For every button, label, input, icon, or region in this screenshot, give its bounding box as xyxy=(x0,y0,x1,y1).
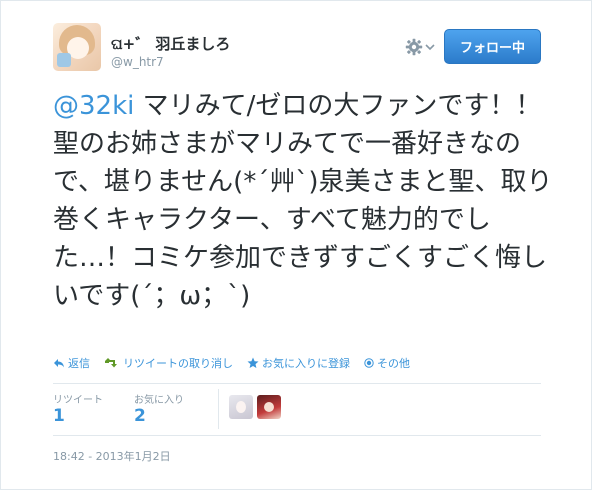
follow-button[interactable]: フォロー中 xyxy=(444,29,541,64)
user-actions-dropdown[interactable] xyxy=(405,37,437,57)
stats-separator xyxy=(218,389,219,429)
favorite-label: お気に入りに登録 xyxy=(262,357,350,370)
tweet-body: マリみて/ゼロの大ファンです！！聖のお姉さまがマリみてで一番好きなので、堪りませ… xyxy=(53,91,553,311)
divider-bottom xyxy=(53,435,541,436)
more-icon xyxy=(364,358,374,368)
retweets-count[interactable]: 1 xyxy=(53,406,65,426)
favorites-count[interactable]: 2 xyxy=(134,406,146,426)
gear-icon xyxy=(405,38,423,56)
tweet-card: ଘ+゛ 羽丘ましろ @w_htr7 フォロー中 @32ki マリみて/ゼロの大フ… xyxy=(0,0,592,490)
screen-name[interactable]: @w_htr7 xyxy=(111,55,164,69)
favoriter-avatar[interactable] xyxy=(257,395,281,419)
reply-label: 返信 xyxy=(68,357,90,370)
retweet-icon xyxy=(104,358,120,368)
mention-link[interactable]: @32ki xyxy=(53,91,134,121)
user-name[interactable]: ଘ+゛ 羽丘ましろ xyxy=(111,33,230,54)
star-icon xyxy=(247,357,259,369)
favorite-action[interactable]: お気に入りに登録 xyxy=(247,355,350,371)
divider-top xyxy=(53,383,541,384)
favoriter-avatar[interactable] xyxy=(229,395,253,419)
avatar-cup xyxy=(57,53,71,67)
retweet-action[interactable]: リツイートの取り消し xyxy=(104,355,233,371)
more-label: その他 xyxy=(377,357,410,370)
reply-action[interactable]: 返信 xyxy=(53,355,90,371)
reply-icon xyxy=(53,358,65,368)
more-action[interactable]: その他 xyxy=(364,355,410,371)
user-avatar[interactable] xyxy=(53,23,101,71)
tweet-timestamp: 18:42 - 2013年1月2日 xyxy=(53,450,171,463)
chevron-down-icon xyxy=(425,43,435,51)
favorites-label: お気に入り xyxy=(134,395,184,406)
retweets-label: リツイート xyxy=(53,395,103,406)
tweet-actions: 返信 リツイートの取り消し お気に入りに登録 その他 xyxy=(53,355,410,371)
tweet-text: @32ki マリみて/ゼロの大ファンです！！聖のお姉さまがマリみてで一番好きなの… xyxy=(53,87,553,315)
undo-retweet-label: リツイートの取り消し xyxy=(123,357,233,370)
